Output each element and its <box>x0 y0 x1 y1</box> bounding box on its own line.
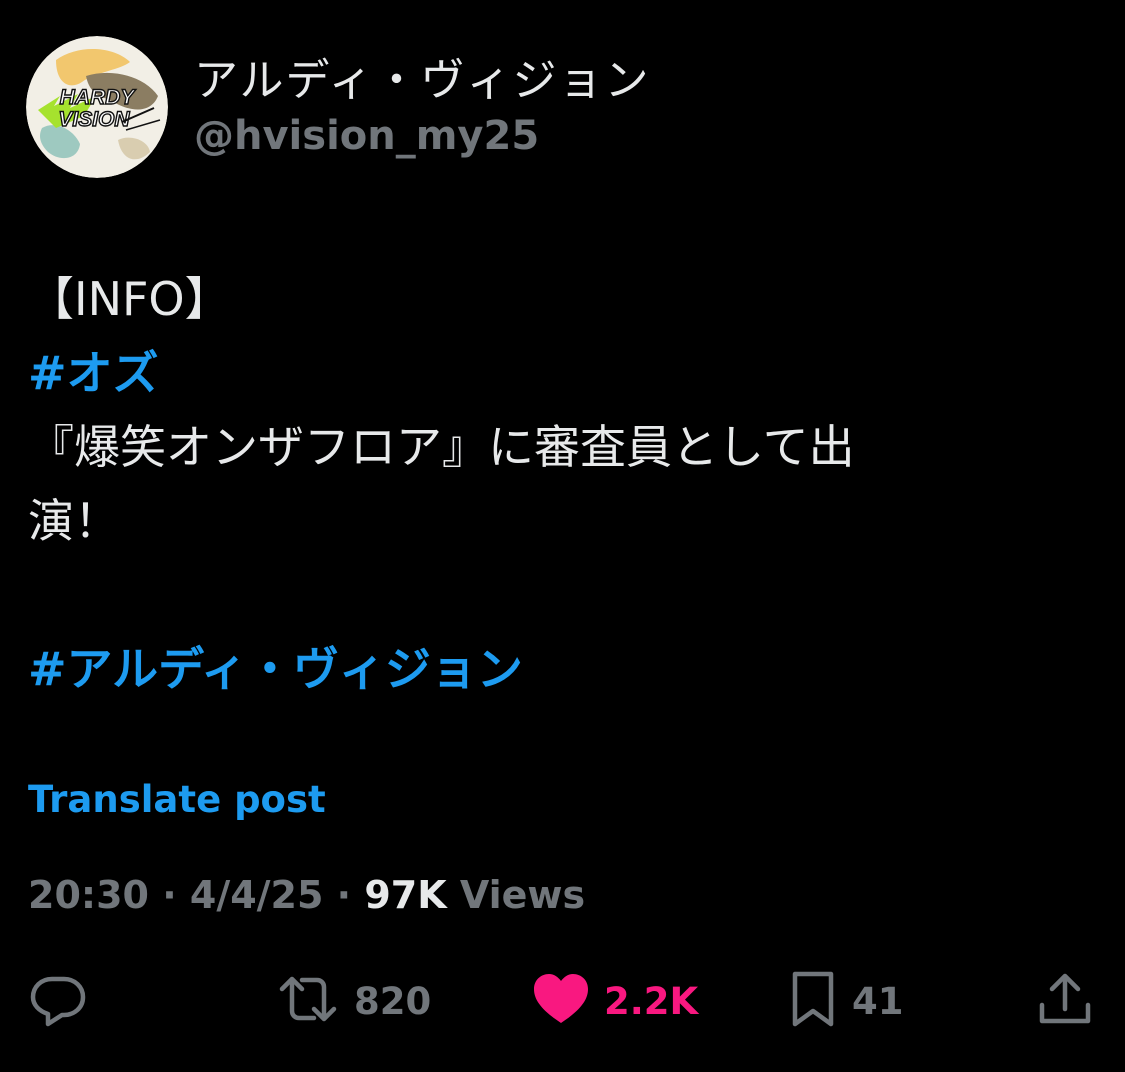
avatar-text-bottom: VISION <box>58 108 130 131</box>
reply-icon <box>28 969 88 1033</box>
hashtag-link[interactable]: #アルディ・ヴィジョン <box>28 632 1028 706</box>
bookmark-icon <box>788 969 838 1033</box>
post-date[interactable]: 4/4/25 <box>190 873 324 917</box>
post-line-info: 【INFO】 <box>28 272 231 326</box>
post-time[interactable]: 20:30 <box>28 873 149 917</box>
post-meta: 20:30 · 4/4/25 · 97K Views <box>28 870 585 920</box>
translate-post-link[interactable]: Translate post <box>28 776 326 824</box>
post-header: HARDY VISION アルディ・ヴィジョン @hvision_my25 <box>26 36 650 178</box>
display-name[interactable]: アルディ・ヴィジョン <box>194 52 650 110</box>
reply-button[interactable] <box>28 966 88 1036</box>
repost-count: 820 <box>354 979 432 1023</box>
like-button[interactable]: 2.2K <box>532 966 698 1036</box>
meta-separator: · <box>323 873 365 917</box>
heart-icon <box>532 971 590 1031</box>
post-line-text: 『爆笑オンザフロア』に審査員として出 <box>28 420 855 474</box>
views-count[interactable]: 97K <box>364 873 446 917</box>
post-line-text-end: 演！ <box>28 494 120 548</box>
share-button[interactable] <box>1036 966 1094 1036</box>
hashtag-link[interactable]: #オズ <box>28 336 1028 410</box>
author-names: アルディ・ヴィジョン @hvision_my25 <box>194 52 650 162</box>
repost-button[interactable]: 820 <box>276 966 431 1036</box>
views-label: Views <box>446 873 586 917</box>
action-bar: 820 2.2K 41 <box>0 966 1125 1036</box>
avatar-logo: HARDY VISION <box>26 36 168 178</box>
repost-icon <box>276 969 340 1033</box>
share-icon <box>1036 969 1094 1033</box>
avatar-text-top: HARDY <box>60 86 137 109</box>
avatar[interactable]: HARDY VISION <box>26 36 168 178</box>
handle[interactable]: @hvision_my25 <box>194 110 650 162</box>
meta-separator: · <box>148 873 190 917</box>
bookmark-button[interactable]: 41 <box>788 966 904 1036</box>
post-body: 【INFO】 #オズ 『爆笑オンザフロア』に審査員として出 演！ #アルディ・ヴ… <box>28 262 1028 706</box>
like-count: 2.2K <box>604 979 699 1023</box>
bookmark-count: 41 <box>852 979 904 1023</box>
